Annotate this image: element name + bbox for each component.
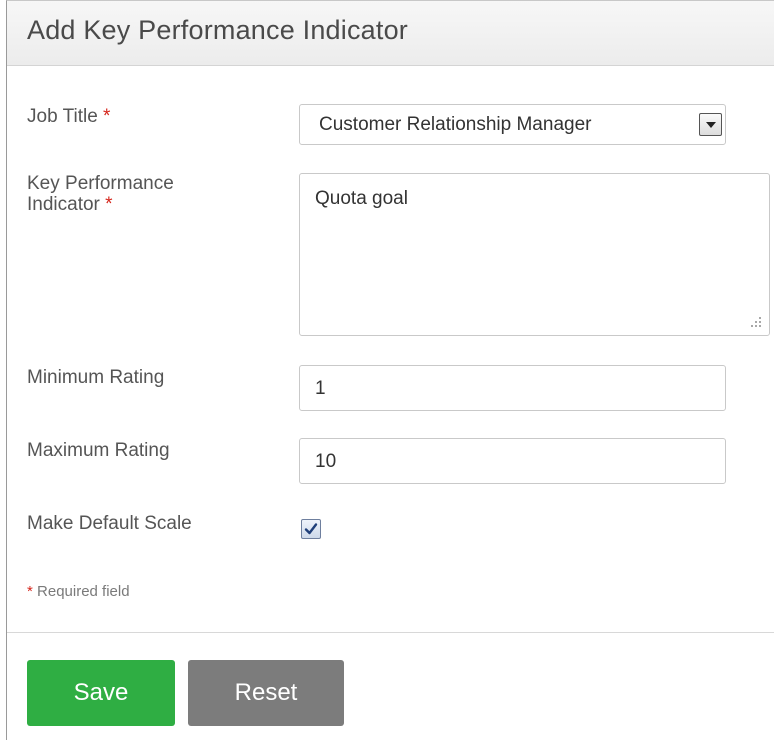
- required-asterisk: *: [27, 583, 33, 600]
- job-title-select-value: Customer Relationship Manager: [319, 114, 592, 135]
- divider: [7, 632, 774, 633]
- resize-grip-icon[interactable]: [749, 315, 763, 329]
- kpi-textarea[interactable]: Quota goal: [299, 173, 770, 336]
- default-scale-label: Make Default Scale: [27, 513, 192, 534]
- required-field-text: Required field: [37, 583, 130, 600]
- kpi-label-line1: Key Performance: [27, 173, 174, 194]
- save-button[interactable]: Save: [27, 660, 175, 726]
- checkmark-icon: [304, 523, 318, 535]
- max-rating-label: Maximum Rating: [27, 440, 170, 461]
- max-rating-input[interactable]: 10: [299, 438, 726, 484]
- job-title-label: Job Title *: [27, 106, 110, 127]
- panel-header: Add Key Performance Indicator: [7, 1, 774, 66]
- kpi-label: Key Performance Indicator *: [27, 173, 174, 215]
- required-asterisk: *: [105, 194, 113, 215]
- reset-button[interactable]: Reset: [188, 660, 344, 726]
- job-title-label-text: Job Title: [27, 106, 98, 127]
- kpi-label-line2: Indicator: [27, 194, 100, 215]
- kpi-textarea-value: Quota goal: [315, 188, 408, 209]
- min-rating-label: Minimum Rating: [27, 367, 165, 388]
- required-asterisk: *: [103, 106, 111, 127]
- default-scale-checkbox[interactable]: [301, 519, 321, 539]
- chevron-down-icon[interactable]: [699, 113, 722, 136]
- min-rating-value: 1: [315, 378, 326, 399]
- min-rating-input[interactable]: 1: [299, 365, 726, 411]
- max-rating-value: 10: [315, 451, 337, 472]
- page-title: Add Key Performance Indicator: [27, 15, 408, 45]
- job-title-select[interactable]: Customer Relationship Manager: [299, 104, 726, 145]
- required-field-note: * Required field: [27, 583, 130, 600]
- kpi-form-panel: Add Key Performance Indicator Job Title …: [6, 0, 774, 740]
